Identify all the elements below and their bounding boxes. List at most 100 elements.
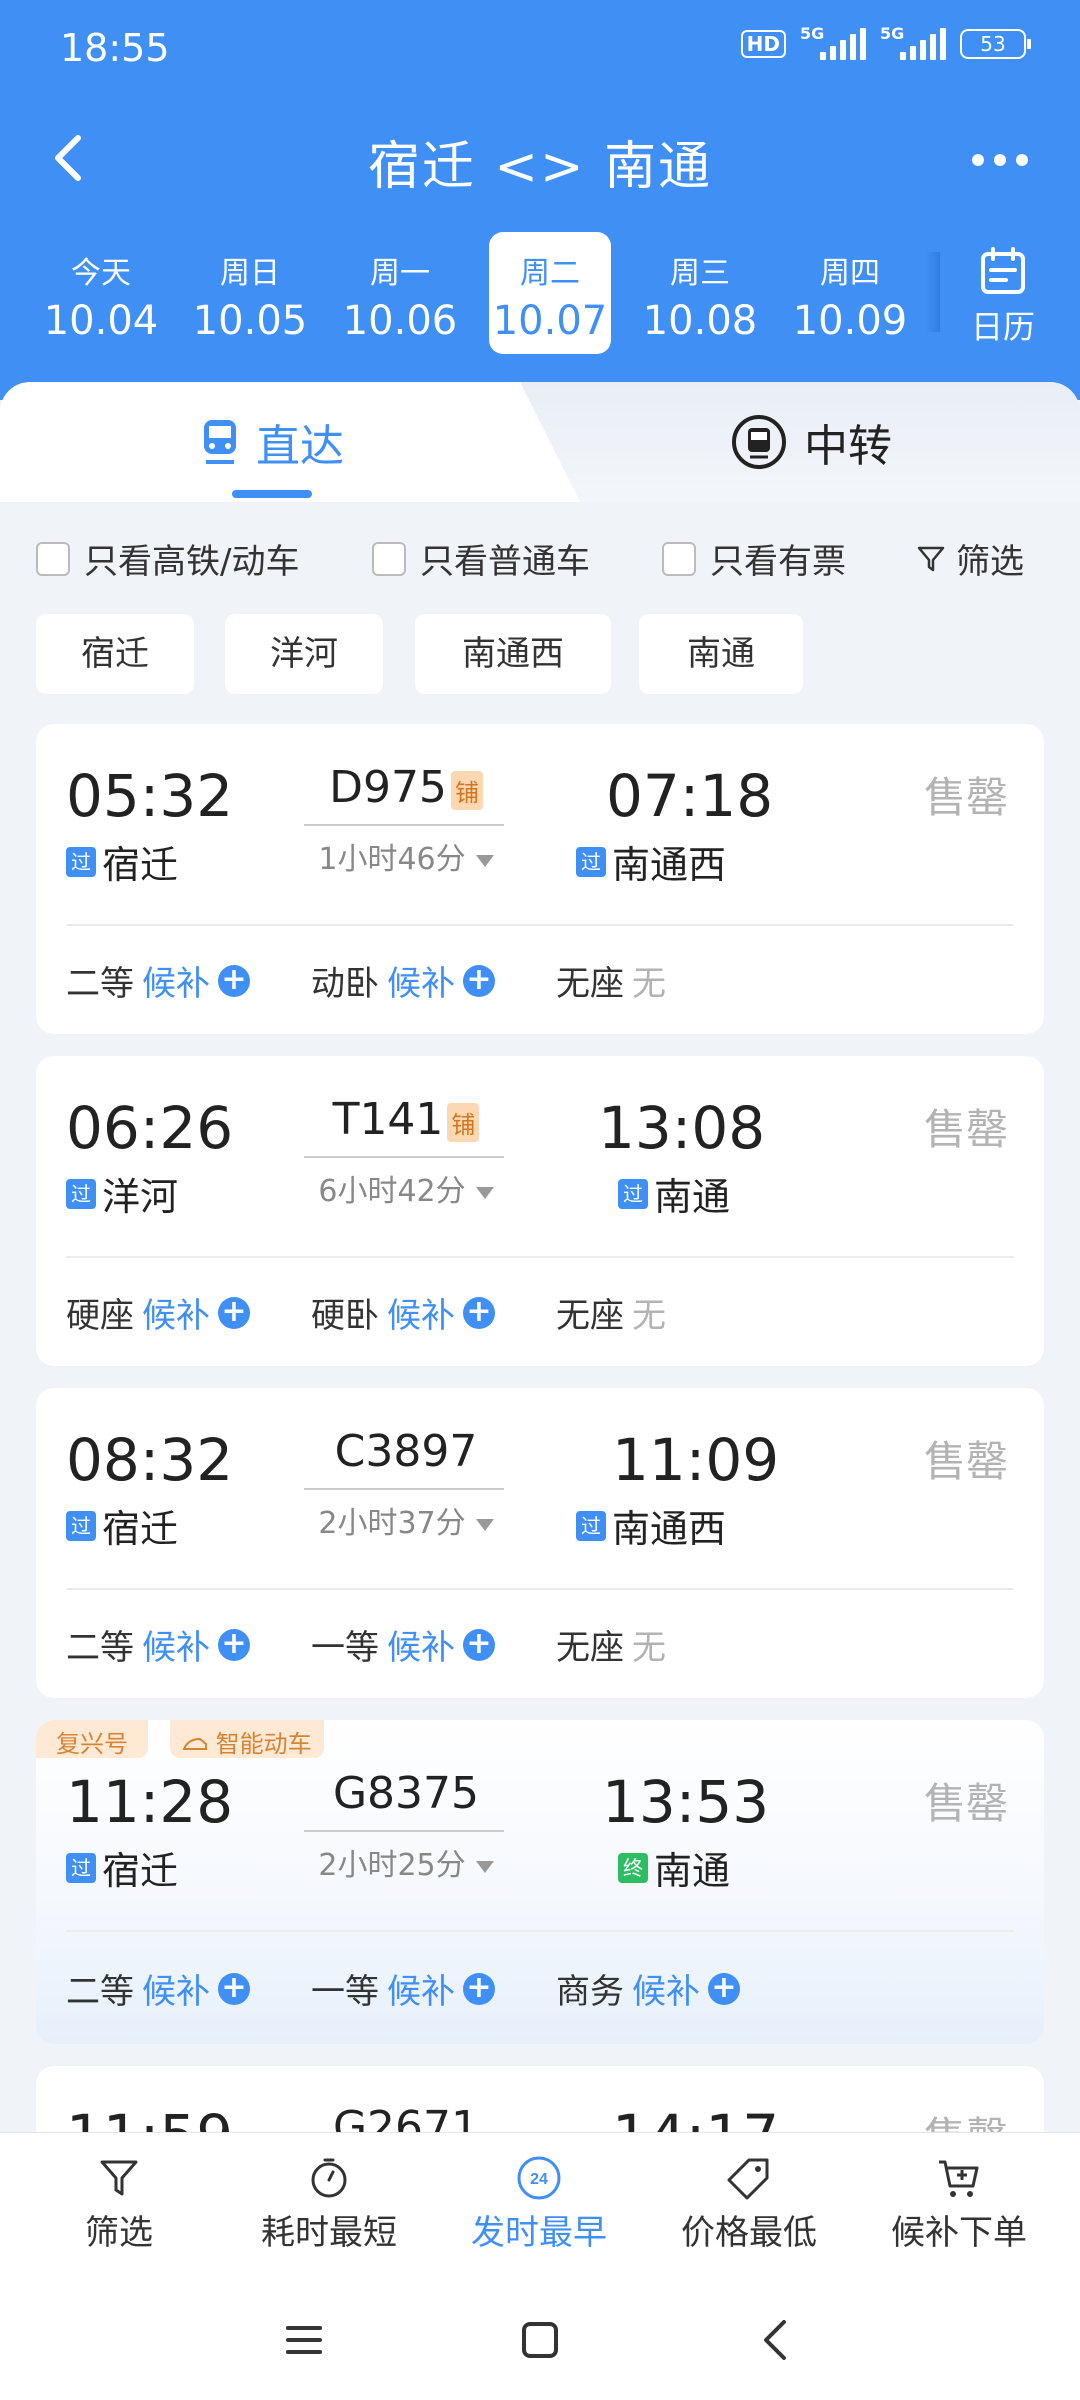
high-speed-only-checkbox[interactable]: 只看高铁/动车 (36, 534, 299, 583)
sold-out-status: 售罄 (923, 1437, 1008, 1486)
station-name: 南通西 (612, 843, 727, 887)
tab-bar: 中转 直达 (0, 382, 1080, 502)
station-name: 南通 (654, 1175, 731, 1219)
add-icon: + (218, 1296, 250, 1329)
dropdown-arrow-icon (475, 1186, 494, 1199)
nav-earliest[interactable]: 24 发时最早 (434, 2151, 644, 2254)
recent-apps-button[interactable] (280, 2316, 328, 2368)
seat-class: 动卧 (311, 964, 379, 1004)
filter-row: 只看高铁/动车 只看普通车 只看有票 筛选 (0, 520, 1080, 590)
train-card[interactable]: 05:32 过 宿迁 D975 铺 1小时46分 07:18 过 南通西 售罄 二… (36, 724, 1044, 1034)
departure-station: 过 宿迁 (66, 1498, 178, 1553)
date-strip: 今天 10.04 周日 10.05 周一 10.06 周二 10.07 周三 1… (0, 232, 1080, 357)
unavailable-label: 无 (632, 1296, 666, 1336)
duration-toggle[interactable]: 1小时46分 (306, 834, 506, 878)
seat-option[interactable]: 硬卧 候补 + (311, 1288, 495, 1337)
duration-toggle[interactable]: 6小时42分 (306, 1166, 506, 1210)
available-only-checkbox[interactable]: 只看有票 (662, 534, 846, 583)
arrival-time: 13:08 (598, 1094, 766, 1162)
station-chip[interactable]: 南通西 (415, 614, 611, 694)
seat-option[interactable]: 一等 候补 + (311, 1964, 495, 2013)
seat-class: 无座 (556, 1296, 624, 1336)
card-divider (66, 1588, 1014, 1590)
nav-filter[interactable]: 筛选 (14, 2151, 224, 2254)
status-time: 18:55 (60, 26, 170, 70)
date-tab[interactable]: 周一 10.06 (339, 232, 461, 354)
card-divider (66, 1256, 1014, 1258)
add-icon: + (463, 1628, 495, 1661)
hd-icon: HD (740, 30, 786, 58)
transfer-train-icon (732, 415, 786, 469)
tab-direct[interactable]: 直达 (0, 382, 580, 502)
normal-train-only-checkbox[interactable]: 只看普通车 (372, 534, 590, 583)
train-number: D975 铺 (306, 762, 506, 813)
seat-option[interactable]: 商务 候补 + (556, 1964, 740, 2013)
home-button[interactable] (516, 2316, 564, 2368)
fuxing-badge: 复兴号 (36, 1720, 148, 1758)
sold-out-status: 售罄 (923, 1779, 1008, 1828)
seat-option[interactable]: 二等 候补 + (66, 956, 250, 1005)
seat-class: 硬卧 (311, 1296, 379, 1336)
nav-cheapest[interactable]: 价格最低 (644, 2151, 854, 2254)
calendar-button[interactable]: 日历 (948, 232, 1058, 354)
station-chip[interactable]: 洋河 (225, 614, 383, 694)
duration-text: 2小时37分 (318, 1506, 466, 1541)
checkbox-label: 只看有票 (710, 542, 846, 582)
seat-option: 无座 无 (556, 1620, 666, 1669)
station-chip[interactable]: 宿迁 (36, 614, 194, 694)
seat-option[interactable]: 二等 候补 + (66, 1620, 250, 1669)
station-name: 洋河 (102, 1175, 179, 1219)
seat-option: 无座 无 (556, 1288, 666, 1337)
departure-station: 过 洋河 (66, 1166, 178, 1221)
tab-direct-content: 直达 (200, 410, 344, 474)
train-card[interactable]: 复兴号 智能动车 11:28 过 宿迁 G8375 2小时25分 13:53 终… (36, 1720, 1044, 2044)
date-tab[interactable]: 今天 10.04 (40, 232, 162, 354)
station-name: 宿迁 (102, 1849, 179, 1893)
tab-transfer[interactable]: 中转 (520, 382, 1080, 502)
svg-text:24: 24 (530, 2171, 548, 2188)
system-back-button[interactable] (752, 2316, 800, 2368)
filter-button[interactable]: 筛选 (916, 534, 1024, 583)
more-button[interactable] (960, 130, 1040, 190)
calendar-icon (981, 247, 1025, 294)
seat-option[interactable]: 二等 候补 + (66, 1964, 250, 2013)
dropdown-arrow-icon (475, 854, 494, 867)
add-icon: + (708, 1972, 740, 2005)
seat-option[interactable]: 动卧 候补 + (311, 956, 495, 1005)
date-day: 周日 (220, 256, 280, 291)
nav-label: 耗时最短 (261, 2213, 397, 2253)
seat-class: 无座 (556, 1628, 624, 1668)
waitlist-label: 候补 (142, 964, 210, 1004)
add-icon: + (463, 964, 495, 997)
unavailable-label: 无 (632, 1628, 666, 1668)
seat-option[interactable]: 一等 候补 + (311, 1620, 495, 1669)
seat-option[interactable]: 硬座 候补 + (66, 1288, 250, 1337)
train-number: C3897 (306, 1426, 506, 1477)
battery-icon: 53 (960, 29, 1031, 59)
date-tab[interactable]: 周三 10.08 (639, 232, 761, 354)
filter-icon (100, 2160, 138, 2196)
add-icon: + (218, 1972, 250, 2005)
duration-toggle[interactable]: 2小时37分 (306, 1498, 506, 1542)
checkbox-icon (36, 541, 70, 576)
station-chip[interactable]: 南通 (639, 614, 803, 694)
seat-class: 商务 (556, 1972, 624, 2012)
route-line (304, 1830, 504, 1832)
date-tab[interactable]: 周四 10.09 (789, 232, 911, 354)
train-card[interactable]: 08:32 过 宿迁 C3897 2小时37分 11:09 过 南通西 售罄 二… (36, 1388, 1044, 1698)
duration-toggle[interactable]: 2小时25分 (306, 1840, 506, 1884)
date-day: 周二 (520, 256, 580, 291)
clock-24-icon: 24 (517, 2156, 561, 2200)
date-value: 10.09 (792, 298, 908, 344)
date-tab[interactable]: 周日 10.05 (189, 232, 311, 354)
add-icon: + (463, 1972, 495, 2005)
nav-waitlist-order[interactable]: 候补下单 (854, 2151, 1064, 2254)
train-card[interactable]: 06:26 过 洋河 T141 铺 6小时42分 13:08 过 南通 售罄 硬座… (36, 1056, 1044, 1366)
header: 18:55 HD 5G 5G 53 宿迁 <> 南通 今天 10.04 周日 1… (0, 0, 1080, 400)
checkbox-label: 只看高铁/动车 (84, 542, 300, 582)
date-tab-selected[interactable]: 周二 10.07 (489, 232, 611, 354)
nav-shortest[interactable]: 耗时最短 (224, 2151, 434, 2254)
add-icon: + (463, 1296, 495, 1329)
tab-transfer-label: 中转 (804, 421, 892, 472)
home-square-icon (522, 2322, 558, 2358)
